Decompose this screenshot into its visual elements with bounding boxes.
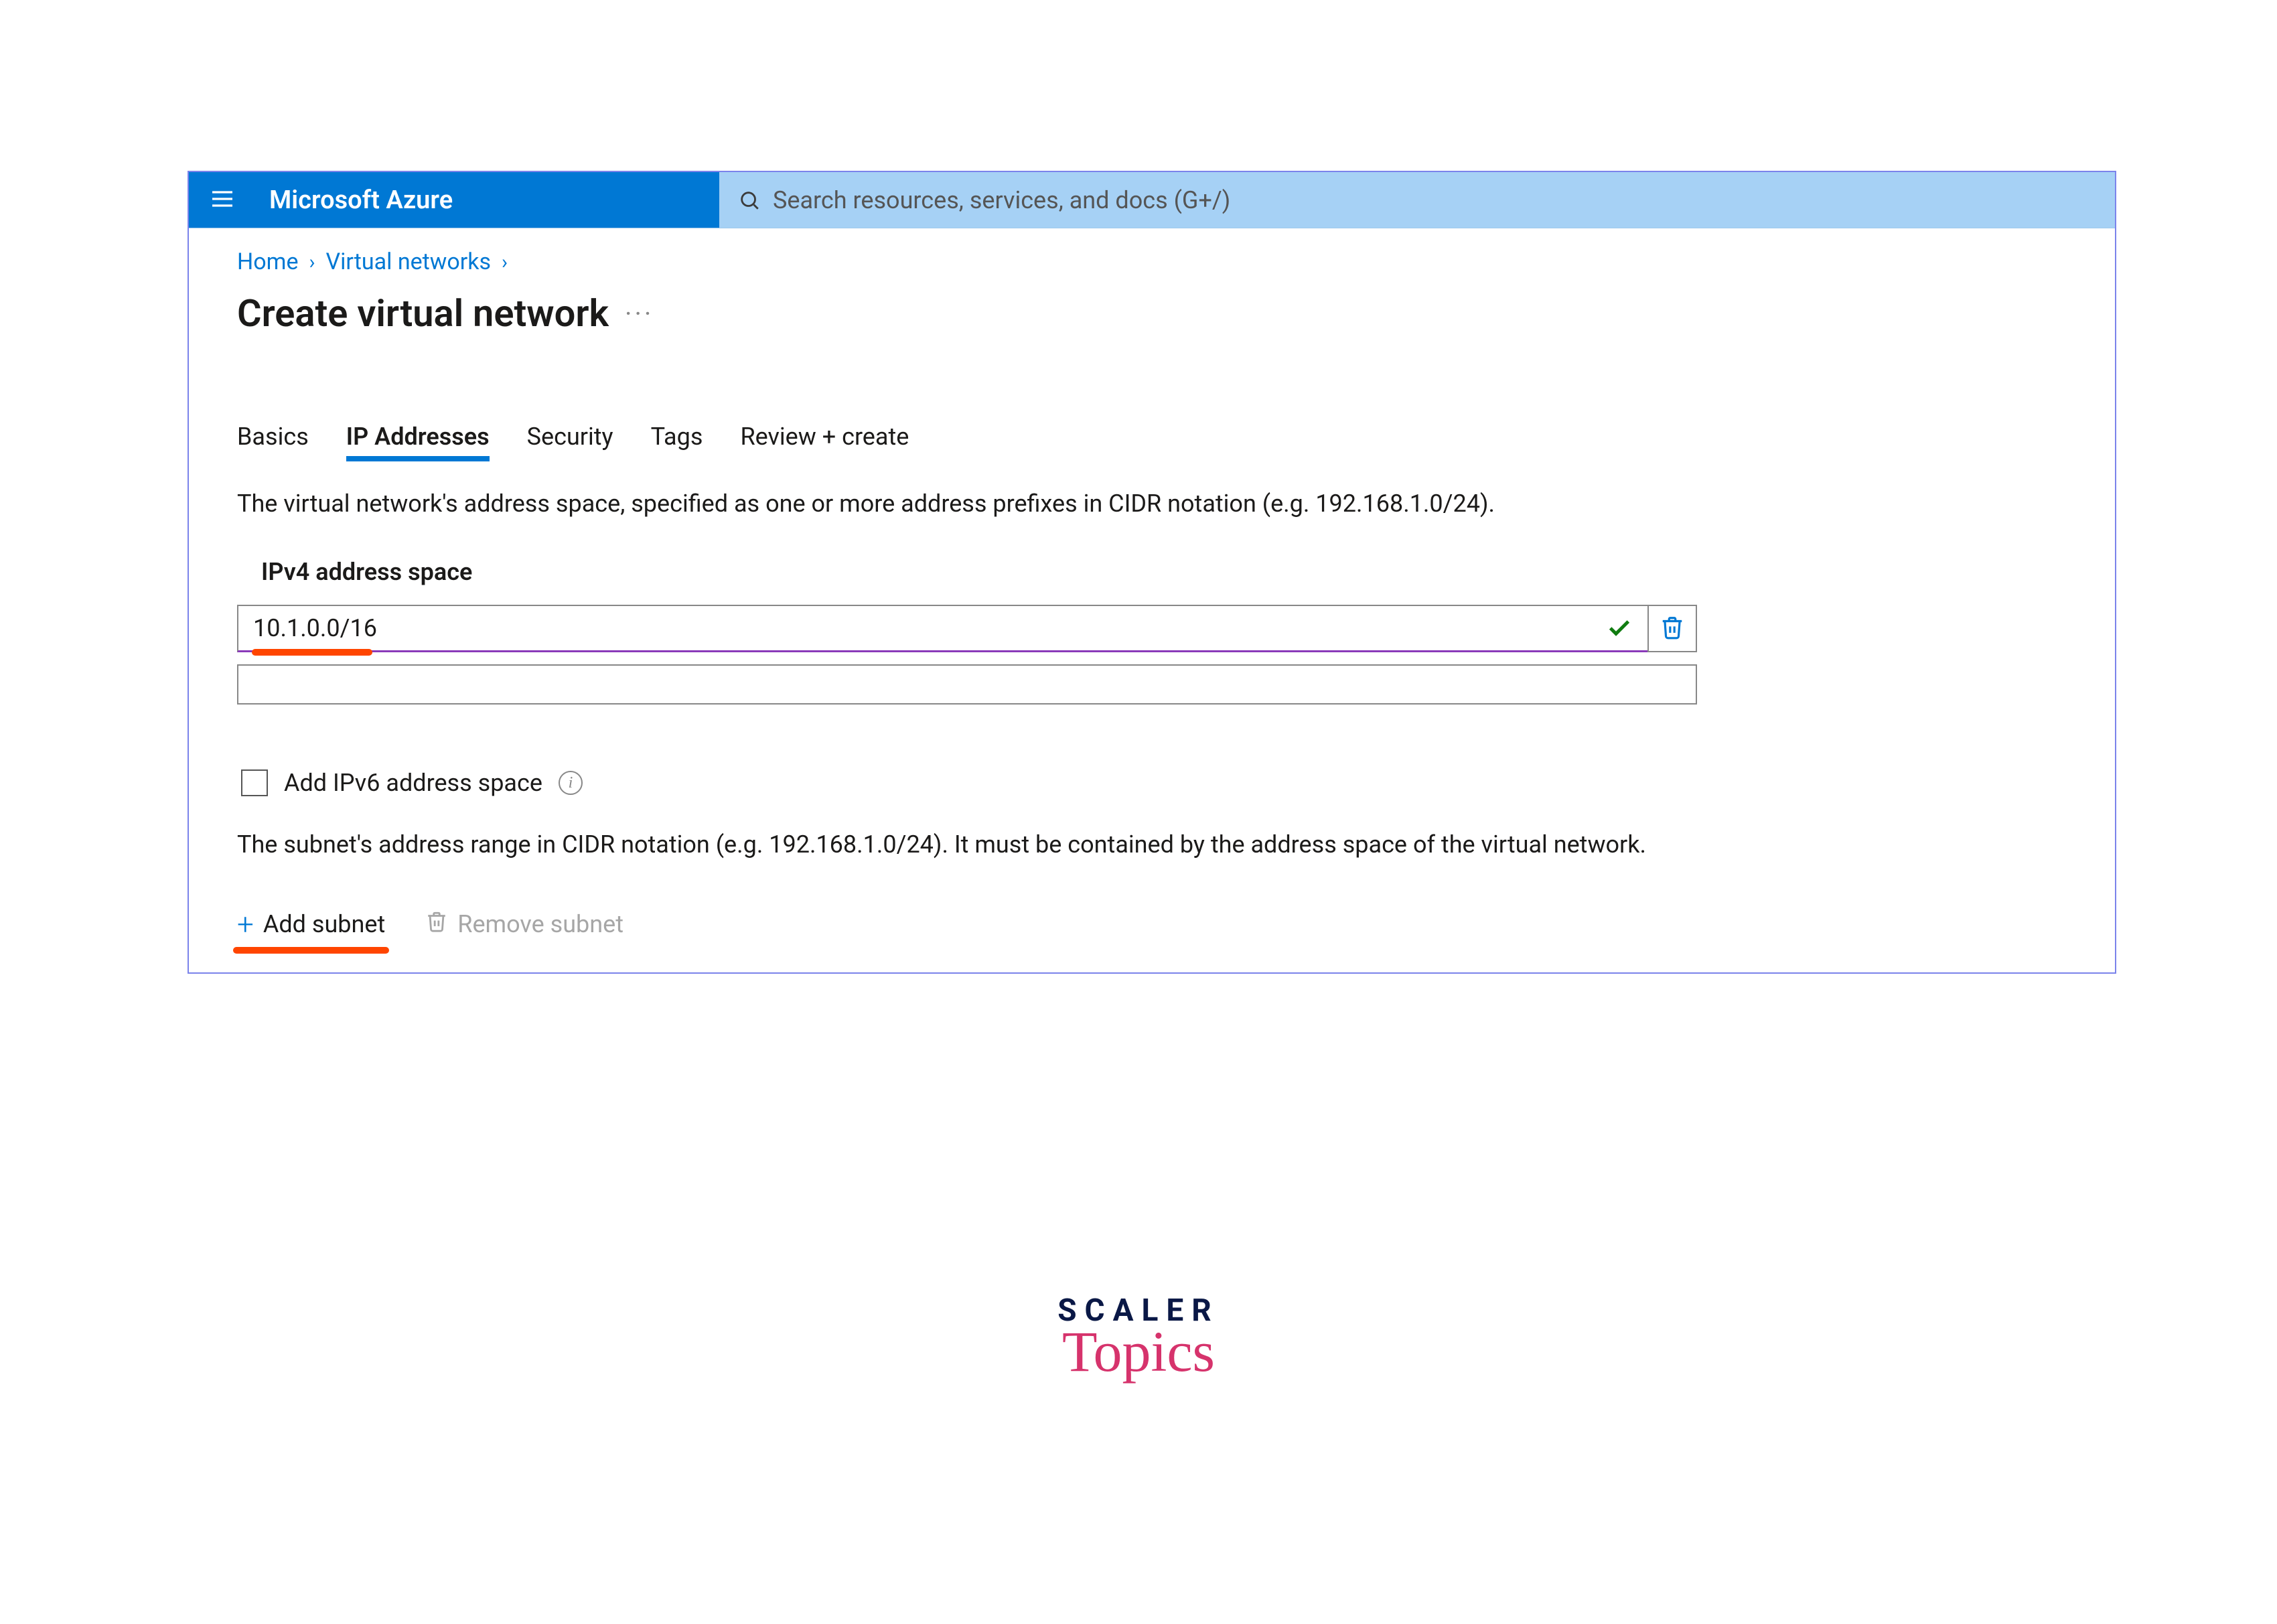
plus-icon: + xyxy=(237,909,254,939)
breadcrumb-home[interactable]: Home xyxy=(237,248,299,275)
delete-address-button[interactable] xyxy=(1647,605,1697,652)
tab-tags[interactable]: Tags xyxy=(651,423,703,460)
scaler-topics-logo: SCALER Topics xyxy=(1057,1293,1220,1385)
search-icon xyxy=(738,189,761,212)
more-actions-button[interactable]: ··· xyxy=(625,298,654,329)
add-subnet-label: Add subnet xyxy=(263,910,385,938)
brand-label: Microsoft Azure xyxy=(269,186,453,215)
remove-subnet-label: Remove subnet xyxy=(457,910,623,938)
ipv6-checkbox[interactable] xyxy=(241,769,268,796)
top-bar-left: Microsoft Azure xyxy=(189,172,719,228)
tab-security[interactable]: Security xyxy=(527,423,613,460)
trash-icon xyxy=(425,910,448,939)
ipv6-checkbox-row: Add IPv6 address space i xyxy=(241,769,2067,797)
highlight-underline xyxy=(252,649,372,656)
ipv4-address-input-empty[interactable] xyxy=(237,664,1697,705)
ipv6-checkbox-label: Add IPv6 address space xyxy=(284,769,542,797)
info-icon[interactable]: i xyxy=(559,771,583,795)
subnet-actions: + Add subnet Remove subnet xyxy=(237,909,2067,939)
subnet-description: The subnet's address range in CIDR notat… xyxy=(237,826,2005,863)
chevron-right-icon: › xyxy=(309,250,315,274)
checkmark-icon xyxy=(1606,615,1633,642)
tab-review-create[interactable]: Review + create xyxy=(740,423,909,460)
search-placeholder: Search resources, services, and docs (G+… xyxy=(773,186,1230,214)
ipv4-address-value: 10.1.0.0/16 xyxy=(253,614,377,642)
trash-icon xyxy=(1660,615,1685,643)
logo-line2: Topics xyxy=(1057,1318,1220,1385)
breadcrumb-virtual-networks[interactable]: Virtual networks xyxy=(326,248,492,275)
ipv4-address-space-label: IPv4 address space xyxy=(261,558,2067,586)
azure-portal-frame: Microsoft Azure Search resources, servic… xyxy=(188,171,2116,974)
tab-ip-addresses[interactable]: IP Addresses xyxy=(346,423,490,460)
add-subnet-button[interactable]: + Add subnet xyxy=(237,909,385,939)
chevron-right-icon: › xyxy=(502,250,508,274)
page-title-row: Create virtual network ··· xyxy=(237,291,2067,336)
page-title: Create virtual network xyxy=(237,291,609,336)
ipv4-address-input[interactable]: 10.1.0.0/16 xyxy=(237,605,1647,652)
highlight-underline xyxy=(233,947,389,954)
remove-subnet-button: Remove subnet xyxy=(425,910,623,939)
tab-basics[interactable]: Basics xyxy=(237,423,309,460)
breadcrumbs: Home › Virtual networks › xyxy=(237,248,2067,275)
content-area: Home › Virtual networks › Create virtual… xyxy=(189,228,2115,972)
global-search[interactable]: Search resources, services, and docs (G+… xyxy=(719,172,2115,228)
address-space-description: The virtual network's address space, spe… xyxy=(237,487,2067,520)
ipv4-address-row: 10.1.0.0/16 xyxy=(237,605,1697,652)
hamburger-menu-button[interactable] xyxy=(208,186,237,215)
top-bar: Microsoft Azure Search resources, servic… xyxy=(189,172,2115,228)
tab-bar: Basics IP Addresses Security Tags Review… xyxy=(237,423,2067,460)
hamburger-icon xyxy=(209,186,236,215)
